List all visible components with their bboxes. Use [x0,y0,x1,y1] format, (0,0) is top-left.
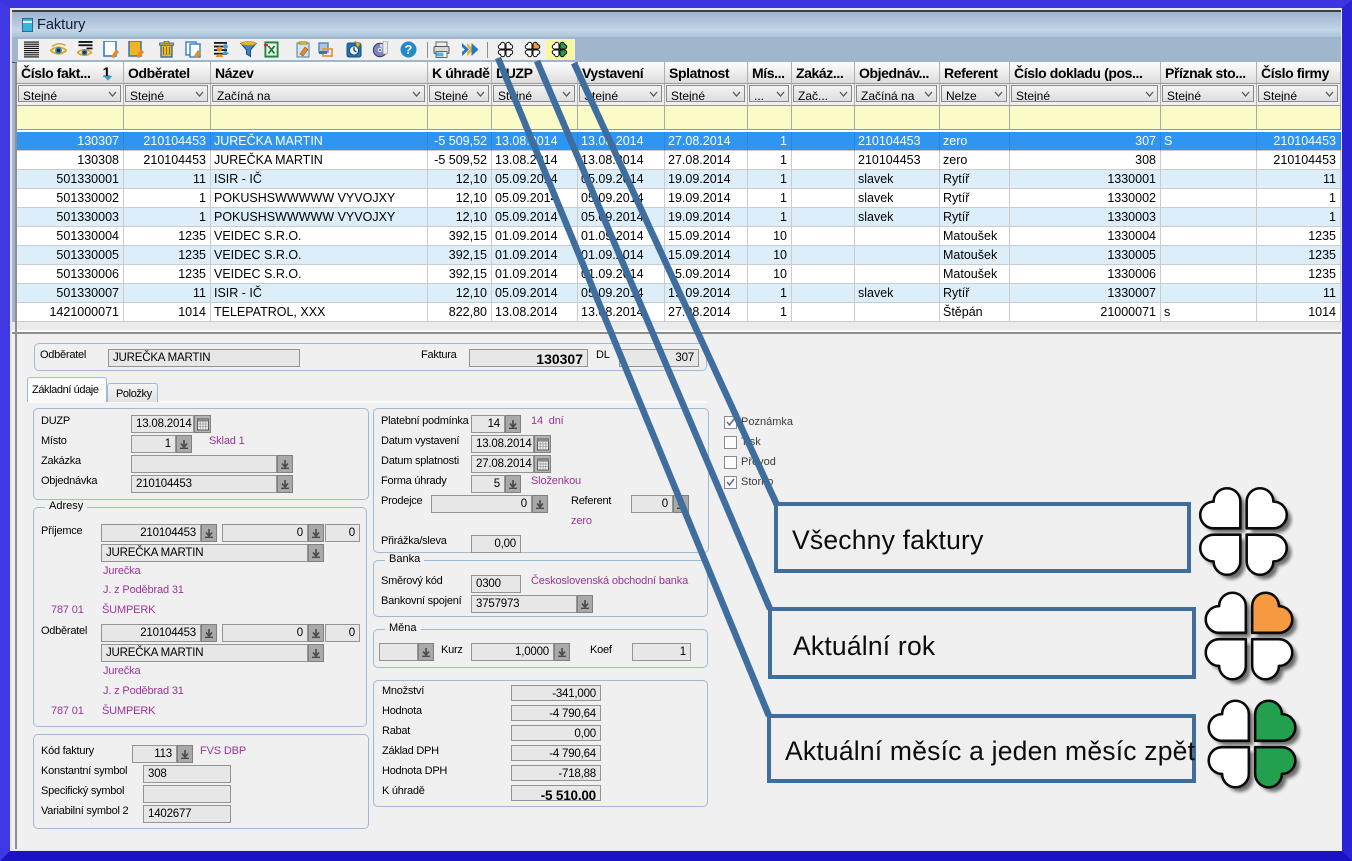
svg-text:?: ? [404,43,412,57]
